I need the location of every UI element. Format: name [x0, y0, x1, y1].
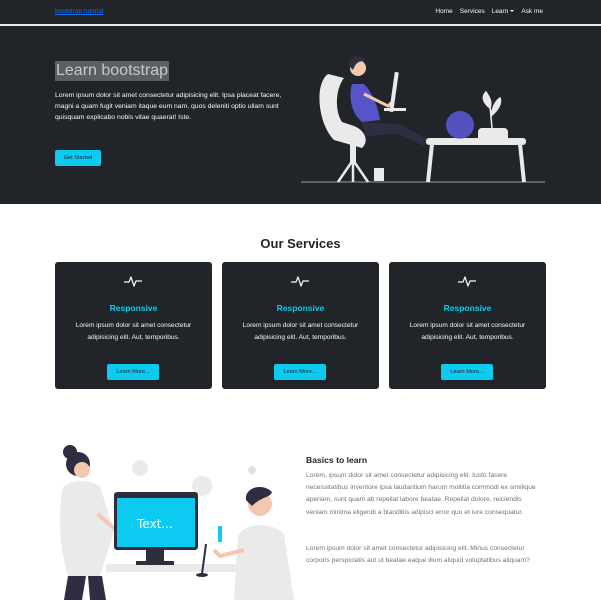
- brand-link[interactable]: bootstrap tutorial: [55, 8, 103, 15]
- card-title: Responsive: [109, 303, 158, 313]
- basics-heading: Basics to learn: [306, 455, 368, 465]
- services-heading: Our Services: [260, 236, 341, 251]
- card-title: Responsive: [443, 303, 492, 313]
- monitor-screen-text: Text...: [136, 517, 173, 531]
- hero-section: Learn bootstrap Lorem ipsum dolor sit am…: [0, 26, 601, 204]
- get-started-button[interactable]: Get Started: [55, 150, 101, 166]
- service-card: Responsive Lorem ipsum dolor sit amet co…: [55, 262, 212, 389]
- card-title: Responsive: [276, 303, 325, 313]
- nav-link-home[interactable]: Home: [435, 8, 452, 15]
- activity-icon: [458, 276, 476, 287]
- activity-icon: [291, 276, 309, 287]
- activity-icon: [124, 276, 142, 287]
- navbar: bootstrap tutorial Home Services Learn A…: [0, 0, 601, 26]
- service-card: Responsive Lorem ipsum dolor sit amet co…: [389, 262, 546, 389]
- card-text: Lorem ipsum dolor sit amet consectetur a…: [75, 322, 192, 342]
- person-working-illustration: [301, 56, 545, 183]
- basics-paragraph-1: Lorem, ipsum dolor sit amet consectetur …: [306, 472, 536, 516]
- learn-more-button[interactable]: Learn More...: [441, 364, 493, 380]
- nav-link-learn-label: Learn: [491, 8, 509, 15]
- hero-title: Learn bootstrap: [55, 61, 170, 81]
- caret-down-icon: [510, 10, 515, 13]
- learn-more-button[interactable]: Learn More...: [107, 364, 159, 380]
- nav-dropdown-learn[interactable]: Learn: [492, 8, 515, 15]
- card-text: Lorem ipsum dolor sit amet consectetur a…: [242, 322, 359, 342]
- nav-links: Home Services Learn Ask me: [435, 8, 543, 15]
- learn-more-button[interactable]: Learn More...: [274, 364, 326, 380]
- people-at-computer-illustration: Text...: [60, 445, 294, 600]
- nav-link-ask-me[interactable]: Ask me: [521, 8, 543, 15]
- nav-link-services[interactable]: Services: [460, 8, 485, 15]
- card-text: Lorem ipsum dolor sit amet consectetur a…: [409, 322, 526, 342]
- hero-text: Lorem ipsum dolor sit amet consectetur a…: [55, 92, 282, 121]
- service-card: Responsive Lorem ipsum dolor sit amet co…: [222, 262, 379, 389]
- basics-paragraph-2: Lorem ipsum dolor sit amet consectetur a…: [306, 545, 530, 565]
